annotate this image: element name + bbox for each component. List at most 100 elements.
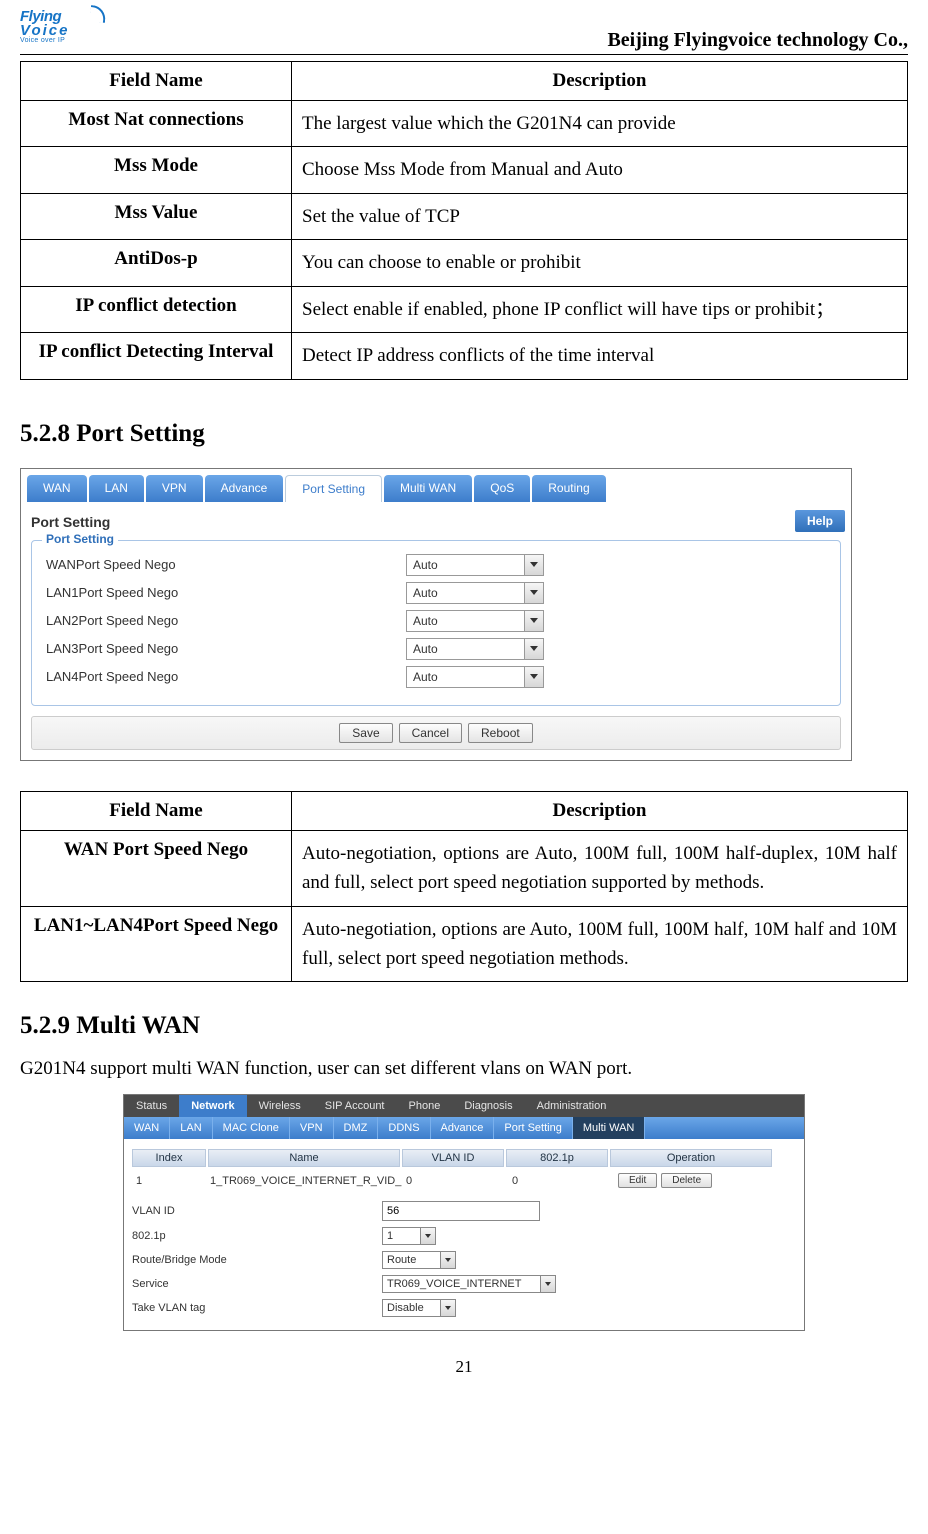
take-vlan-tag-label: Take VLAN tag [132, 1302, 382, 1314]
field-name-cell: WAN Port Speed Nego [21, 830, 292, 906]
table-header-row: Field Name Description [21, 62, 908, 101]
tab-routing[interactable]: Routing [532, 475, 605, 502]
fieldset-legend: Port Setting [42, 532, 118, 546]
cell-8021p: 0 [508, 1175, 612, 1187]
description-cell: Auto-negotiation, options are Auto, 100M… [292, 830, 908, 906]
form-row: 802.1p 1 [132, 1224, 796, 1248]
flyingvoice-logo: Flying Voice Voice over IP [20, 8, 90, 52]
chevron-down-icon [545, 1282, 551, 1286]
select-value: Disable [387, 1302, 424, 1314]
col-vlan-id: VLAN ID [402, 1149, 504, 1167]
toptab-phone[interactable]: Phone [397, 1095, 453, 1117]
toptab-status[interactable]: Status [124, 1095, 179, 1117]
table-row: IP conflict Detecting Interval Detect IP… [21, 333, 908, 379]
subnav-tabs: WAN LAN VPN Advance Port Setting Multi W… [21, 469, 851, 502]
vlan-id-label: VLAN ID [132, 1205, 382, 1217]
subtab-vpn[interactable]: VPN [290, 1117, 334, 1139]
description-cell: You can choose to enable or prohibit [292, 240, 908, 286]
tab-qos[interactable]: QoS [474, 475, 530, 502]
vlan-id-input[interactable] [382, 1201, 540, 1221]
col-field-name: Field Name [21, 62, 292, 101]
service-select[interactable]: TR069_VOICE_INTERNET [382, 1275, 556, 1293]
toptab-network[interactable]: Network [179, 1095, 246, 1117]
toptab-wireless[interactable]: Wireless [247, 1095, 313, 1117]
lan1port-label: LAN1Port Speed Nego [46, 585, 406, 600]
service-label: Service [132, 1278, 382, 1290]
tab-advance[interactable]: Advance [205, 475, 284, 502]
subtab-mac-clone[interactable]: MAC Clone [213, 1117, 290, 1139]
tab-multi-wan[interactable]: Multi WAN [384, 475, 472, 502]
table-row: IP conflict detection Select enable if e… [21, 286, 908, 332]
tab-lan[interactable]: LAN [89, 475, 144, 502]
reboot-button[interactable]: Reboot [468, 723, 533, 743]
logo-text-top: Flying [20, 8, 90, 25]
8021p-select[interactable]: 1 [382, 1227, 436, 1245]
8021p-label: 802.1p [132, 1230, 382, 1242]
company-name: Beijing Flyingvoice technology Co., [607, 29, 908, 52]
save-button[interactable]: Save [339, 723, 392, 743]
lan1port-select[interactable]: Auto [406, 582, 544, 604]
page-number: 21 [20, 1357, 908, 1377]
table-row: AntiDos-p You can choose to enable or pr… [21, 240, 908, 286]
table-header-row: Field Name Description [21, 791, 908, 830]
select-value: 1 [387, 1230, 393, 1242]
toptab-administration[interactable]: Administration [525, 1095, 619, 1117]
form-row: LAN3Port Speed Nego Auto [46, 635, 826, 663]
form-row: LAN2Port Speed Nego Auto [46, 607, 826, 635]
field-name-cell: IP conflict Detecting Interval [21, 333, 292, 379]
tab-port-setting[interactable]: Port Setting [285, 475, 382, 502]
lan2port-label: LAN2Port Speed Nego [46, 613, 406, 628]
chevron-down-icon [445, 1258, 451, 1262]
subtab-port-setting[interactable]: Port Setting [494, 1117, 572, 1139]
form-row: LAN4Port Speed Nego Auto [46, 663, 826, 691]
description-cell: Select enable if enabled, phone IP confl… [292, 286, 908, 332]
cell-name: 1_TR069_VOICE_INTERNET_R_VID_ [210, 1175, 400, 1187]
lan4port-select[interactable]: Auto [406, 666, 544, 688]
take-vlan-tag-select[interactable]: Disable [382, 1299, 456, 1317]
description-cell: Choose Mss Mode from Manual and Auto [292, 147, 908, 193]
table-row: Most Nat connections The largest value w… [21, 101, 908, 147]
subtab-lan[interactable]: LAN [170, 1117, 212, 1139]
field-name-cell: Mss Mode [21, 147, 292, 193]
button-bar: Save Cancel Reboot [31, 716, 841, 750]
tab-wan[interactable]: WAN [27, 475, 87, 502]
description-cell: Set the value of TCP [292, 193, 908, 239]
route-bridge-mode-select[interactable]: Route [382, 1251, 456, 1269]
port-setting-fieldset: Port Setting WANPort Speed Nego Auto LAN… [31, 540, 841, 706]
table-row: Mss Value Set the value of TCP [21, 193, 908, 239]
toptab-diagnosis[interactable]: Diagnosis [452, 1095, 524, 1117]
tab-vpn[interactable]: VPN [146, 475, 203, 502]
description-cell: Auto-negotiation, options are Auto, 100M… [292, 906, 908, 982]
cancel-button[interactable]: Cancel [399, 723, 462, 743]
multi-wan-screenshot: Status Network Wireless SIP Account Phon… [123, 1094, 805, 1331]
col-description: Description [292, 791, 908, 830]
form-row: WANPort Speed Nego Auto [46, 551, 826, 579]
delete-button[interactable]: Delete [661, 1173, 712, 1188]
toptab-sip-account[interactable]: SIP Account [313, 1095, 397, 1117]
help-button[interactable]: Help [795, 510, 845, 532]
lan2port-select[interactable]: Auto [406, 610, 544, 632]
form-row: Service TR069_VOICE_INTERNET [132, 1272, 796, 1296]
field-name-cell: Most Nat connections [21, 101, 292, 147]
table-row: LAN1~LAN4Port Speed Nego Auto-negotiatio… [21, 906, 908, 982]
table-row: Mss Mode Choose Mss Mode from Manual and… [21, 147, 908, 193]
col-operation: Operation [610, 1149, 772, 1167]
subtab-wan[interactable]: WAN [124, 1117, 170, 1139]
sub-nav-tabs: WAN LAN MAC Clone VPN DMZ DDNS Advance P… [124, 1117, 804, 1139]
port-setting-screenshot: WAN LAN VPN Advance Port Setting Multi W… [20, 468, 852, 761]
field-description-table-1: Field Name Description Most Nat connecti… [20, 61, 908, 380]
main-nav-tabs: Status Network Wireless SIP Account Phon… [124, 1095, 804, 1117]
subtab-dmz[interactable]: DMZ [334, 1117, 379, 1139]
subtab-multi-wan[interactable]: Multi WAN [573, 1117, 646, 1139]
subtab-ddns[interactable]: DDNS [378, 1117, 430, 1139]
wanport-select[interactable]: Auto [406, 554, 544, 576]
page-header: Flying Voice Voice over IP Beijing Flyin… [20, 8, 908, 55]
col-index: Index [132, 1149, 206, 1167]
col-field-name: Field Name [21, 791, 292, 830]
edit-button[interactable]: Edit [618, 1173, 657, 1188]
form-row: VLAN ID [132, 1198, 796, 1224]
subtab-advance[interactable]: Advance [431, 1117, 495, 1139]
cell-vlan: 0 [402, 1175, 506, 1187]
lan3port-select[interactable]: Auto [406, 638, 544, 660]
field-description-table-2: Field Name Description WAN Port Speed Ne… [20, 791, 908, 983]
